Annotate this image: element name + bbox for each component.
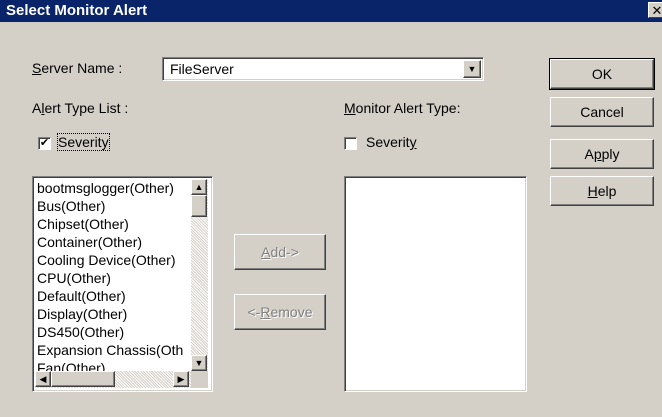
alert-severity-checkbox[interactable]: ✔ xyxy=(38,137,51,150)
scroll-up-icon[interactable]: ▲ xyxy=(191,179,207,195)
apply-button[interactable]: Apply xyxy=(550,139,654,169)
alert-list-horizontal-scrollbar[interactable]: ◀ ▶ xyxy=(35,371,191,388)
list-item[interactable]: Container(Other) xyxy=(37,233,183,251)
list-item[interactable]: bootmsglogger(Other) xyxy=(37,179,183,197)
window-title: Select Monitor Alert xyxy=(6,2,148,19)
server-name-value: FileServer xyxy=(170,61,234,77)
list-item[interactable]: CPU(Other) xyxy=(37,269,183,287)
monitor-severity-checkbox[interactable] xyxy=(344,137,357,150)
scroll-right-icon[interactable]: ▶ xyxy=(173,371,189,387)
list-item[interactable]: DS450(Other) xyxy=(37,323,183,341)
remove-button[interactable]: <-Remove xyxy=(234,294,326,330)
title-bar: Select Monitor Alert ✕ xyxy=(0,0,662,22)
add-button[interactable]: Add-> xyxy=(234,234,326,270)
server-name-label: Server Name : xyxy=(32,60,123,76)
close-icon[interactable]: ✕ xyxy=(648,2,662,18)
monitor-alert-type-listbox[interactable] xyxy=(344,176,527,392)
list-item[interactable]: Chipset(Other) xyxy=(37,215,183,233)
monitor-severity-label: Severity xyxy=(366,134,417,150)
horizontal-scroll-thumb[interactable] xyxy=(51,371,115,387)
check-icon: ✔ xyxy=(39,137,50,149)
alert-type-listbox[interactable]: bootmsglogger(Other) Bus(Other) Chipset(Ot… xyxy=(32,176,213,392)
alert-severity-label: Severity xyxy=(57,133,110,151)
chevron-down-icon[interactable]: ▼ xyxy=(463,60,481,78)
list-item[interactable]: Cooling Device(Other) xyxy=(37,251,183,269)
scroll-left-icon[interactable]: ◀ xyxy=(35,371,51,387)
help-button[interactable]: Help xyxy=(550,176,654,206)
alert-type-items: bootmsglogger(Other) Bus(Other) Chipset(Ot… xyxy=(37,179,183,377)
list-item[interactable]: Expansion Chassis(Oth xyxy=(37,341,183,359)
cancel-button[interactable]: Cancel xyxy=(550,97,654,127)
scroll-down-icon[interactable]: ▼ xyxy=(191,355,207,371)
alert-type-list-label: Alert Type List : xyxy=(32,100,129,116)
scrollbar-corner xyxy=(191,371,208,388)
list-item[interactable]: Bus(Other) xyxy=(37,197,183,215)
select-monitor-alert-dialog: Select Monitor Alert ✕ Server Name : Fil… xyxy=(0,0,662,417)
ok-button[interactable]: OK xyxy=(549,58,655,90)
monitor-alert-type-label: Monitor Alert Type: xyxy=(344,100,461,116)
list-item[interactable]: Default(Other) xyxy=(37,287,183,305)
list-item[interactable]: Display(Other) xyxy=(37,305,183,323)
alert-list-vertical-scrollbar[interactable]: ▲ ▼ xyxy=(191,179,208,371)
scroll-thumb[interactable] xyxy=(191,195,207,217)
server-name-dropdown[interactable]: FileServer ▼ xyxy=(162,57,484,81)
